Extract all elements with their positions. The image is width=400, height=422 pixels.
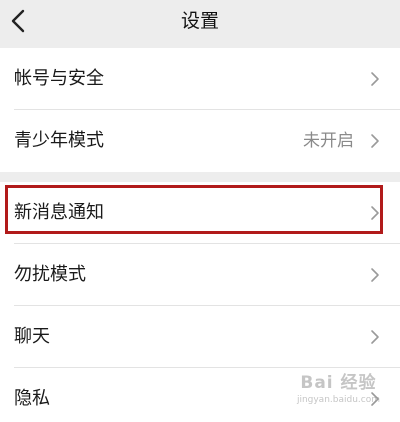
settings-item-label: 勿扰模式 [14,264,86,285]
settings-item-value: 未开启 [303,131,354,151]
settings-screen: 设置 帐号与安全 青少年模式 未开启 新消息通知 勿扰模式 聊天 隐私 Bai … [0,0,400,422]
chevron-right-icon [371,268,379,282]
navigation-bar: 设置 [0,0,400,46]
chevron-right-icon [371,330,379,344]
settings-item-label: 新消息通知 [14,202,104,223]
settings-item-label: 帐号与安全 [14,68,104,89]
settings-item-new-message-notification[interactable]: 新消息通知 [0,182,400,244]
chevron-right-icon [371,134,379,148]
page-title: 设置 [180,10,219,32]
chevron-right-icon [371,206,379,220]
settings-item-label: 隐私 [14,388,50,409]
settings-item-label: 青少年模式 [14,130,104,151]
settings-item-teen-mode[interactable]: 青少年模式 未开启 [0,110,400,172]
watermark-brand: Bai 经验 [300,373,377,393]
baidu-jingyan-watermark: Bai 经验 jingyan.baidu.com [297,375,380,408]
settings-item-do-not-disturb[interactable]: 勿扰模式 [0,244,400,306]
settings-group-account: 帐号与安全 青少年模式 未开启 [0,48,400,172]
settings-item-account-security[interactable]: 帐号与安全 [0,48,400,110]
settings-item-label: 聊天 [14,326,50,347]
chevron-right-icon [371,72,379,86]
watermark-url: jingyan.baidu.com [296,395,380,405]
settings-item-chat[interactable]: 聊天 [0,306,400,368]
